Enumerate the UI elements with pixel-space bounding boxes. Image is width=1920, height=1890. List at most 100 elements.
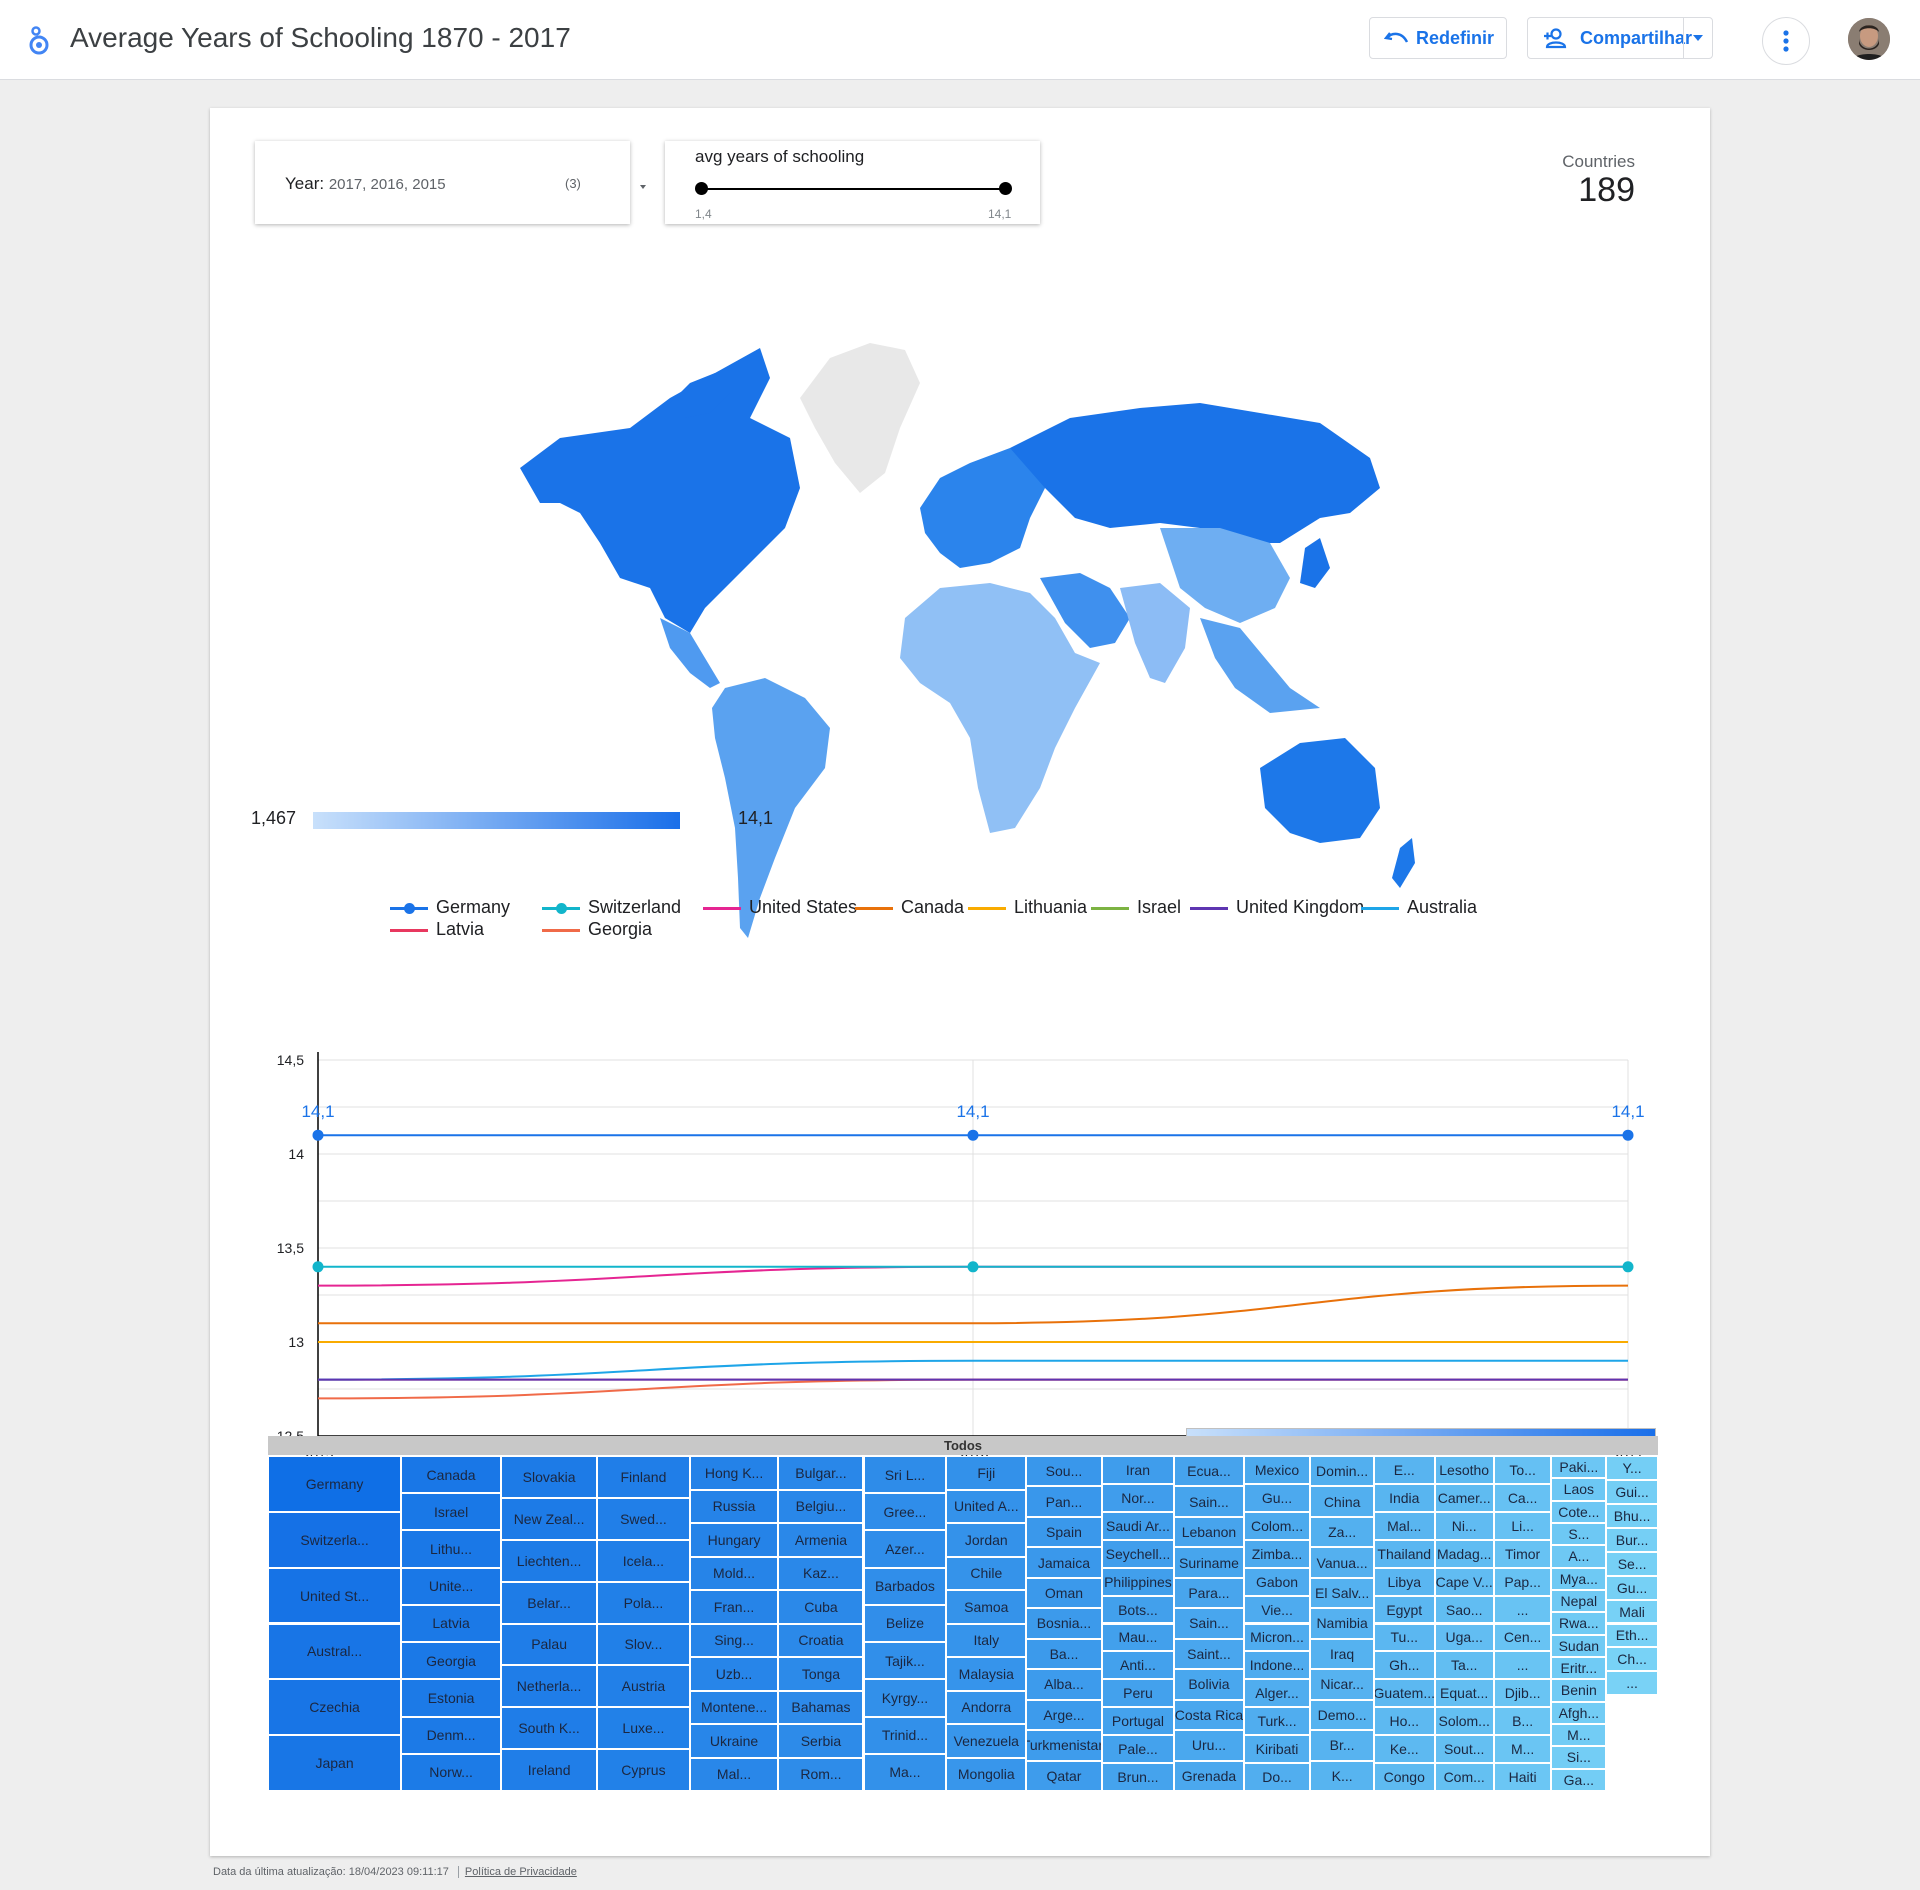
treemap-cell[interactable]: Br...: [1310, 1730, 1374, 1761]
treemap-cell[interactable]: India: [1373, 1483, 1435, 1512]
treemap-cell[interactable]: Azer...: [863, 1530, 947, 1568]
treemap-cell[interactable]: Sout...: [1434, 1735, 1494, 1764]
treemap-cell[interactable]: Andorra: [946, 1690, 1027, 1724]
treemap-cell[interactable]: Germany: [268, 1456, 402, 1512]
treemap-cell[interactable]: Micron...: [1243, 1623, 1311, 1652]
treemap-cell[interactable]: Laos: [1551, 1478, 1607, 1501]
treemap-cell[interactable]: Jordan: [946, 1523, 1027, 1557]
treemap-cell[interactable]: Slov...: [597, 1623, 690, 1666]
treemap-cell[interactable]: Colom...: [1243, 1511, 1311, 1540]
treemap-cell[interactable]: Ma...: [863, 1753, 947, 1791]
treemap-cell[interactable]: Timor: [1493, 1539, 1552, 1568]
treemap-cell[interactable]: K...: [1310, 1760, 1374, 1791]
treemap-cell[interactable]: Gu...: [1243, 1483, 1311, 1512]
treemap-cell[interactable]: Palau: [501, 1623, 598, 1666]
treemap-cell[interactable]: Fiji: [946, 1456, 1027, 1490]
treemap-cell[interactable]: Serbia: [778, 1724, 864, 1758]
treemap-cell[interactable]: Mal...: [689, 1757, 779, 1791]
treemap-cell[interactable]: Belgiu...: [778, 1489, 864, 1523]
treemap-cell[interactable]: Mya...: [1551, 1567, 1607, 1590]
treemap-cell[interactable]: Nor...: [1101, 1483, 1175, 1512]
treemap-cell[interactable]: Luxe...: [597, 1707, 690, 1750]
treemap-cell[interactable]: Hungary: [689, 1523, 779, 1557]
data-point[interactable]: [967, 1129, 979, 1141]
treemap-cell[interactable]: Italy: [946, 1623, 1027, 1657]
treemap-cell[interactable]: Ga...: [1551, 1768, 1607, 1791]
treemap-cell[interactable]: Bahamas: [778, 1690, 864, 1724]
data-point[interactable]: [312, 1261, 324, 1273]
treemap-cell[interactable]: United St...: [268, 1567, 402, 1624]
treemap-cell[interactable]: Malaysia: [946, 1657, 1027, 1691]
treemap-cell[interactable]: Sain...: [1174, 1608, 1244, 1639]
treemap-cell[interactable]: Kiribati: [1243, 1735, 1311, 1764]
treemap-cell[interactable]: Turk...: [1243, 1707, 1311, 1736]
treemap-cell[interactable]: Egypt: [1373, 1595, 1435, 1624]
treemap-cell[interactable]: Cyprus: [597, 1749, 690, 1791]
treemap-cell[interactable]: Austria: [597, 1665, 690, 1708]
treemap-cell[interactable]: Canada: [401, 1456, 501, 1494]
treemap-cell[interactable]: Ke...: [1373, 1735, 1435, 1764]
treemap-cell[interactable]: Denm...: [401, 1716, 501, 1754]
treemap-cell[interactable]: Vie...: [1243, 1595, 1311, 1624]
legend-item[interactable]: Switzerland: [542, 897, 681, 918]
treemap-cell[interactable]: Czechia: [268, 1679, 402, 1736]
treemap-cell[interactable]: Chile: [946, 1556, 1027, 1590]
treemap-cell[interactable]: Ni...: [1434, 1511, 1494, 1540]
treemap-cell[interactable]: Afgh...: [1551, 1701, 1607, 1724]
treemap-cell[interactable]: Do...: [1243, 1763, 1311, 1791]
treemap-cell[interactable]: Pan...: [1026, 1486, 1102, 1517]
treemap-cell[interactable]: Para...: [1174, 1577, 1244, 1609]
treemap-cell[interactable]: Za...: [1310, 1516, 1374, 1548]
treemap-cell[interactable]: Kyrgy...: [863, 1679, 947, 1717]
treemap-cell[interactable]: El Salv...: [1310, 1577, 1374, 1609]
treemap-cell[interactable]: Armenia: [778, 1523, 864, 1557]
treemap-cell[interactable]: China: [1310, 1486, 1374, 1517]
treemap-cell[interactable]: Sain...: [1174, 1486, 1244, 1517]
dropdown-arrow-icon[interactable]: [640, 185, 646, 189]
treemap-cell[interactable]: Peru: [1101, 1679, 1175, 1708]
treemap-cell[interactable]: Sao...: [1434, 1595, 1494, 1624]
treemap-cell[interactable]: Ho...: [1373, 1707, 1435, 1736]
treemap-cell[interactable]: Netherla...: [501, 1665, 598, 1708]
treemap-cell[interactable]: Zimba...: [1243, 1539, 1311, 1568]
treemap-cell[interactable]: Haiti: [1493, 1763, 1552, 1791]
treemap-cell[interactable]: Norw...: [401, 1753, 501, 1791]
data-point[interactable]: [312, 1129, 324, 1141]
treemap-cell[interactable]: Mal...: [1373, 1511, 1435, 1540]
treemap-cell[interactable]: Congo: [1373, 1763, 1435, 1791]
treemap-cell[interactable]: Camer...: [1434, 1483, 1494, 1512]
treemap-cell[interactable]: Ca...: [1493, 1483, 1552, 1512]
treemap-cell[interactable]: Bolivia: [1174, 1669, 1244, 1700]
treemap-cell[interactable]: M...: [1493, 1735, 1552, 1764]
treemap-cell[interactable]: Latvia: [401, 1604, 501, 1643]
treemap-cell[interactable]: Croatia: [778, 1623, 864, 1657]
legend-item[interactable]: Israel: [1091, 897, 1181, 918]
treemap-cell[interactable]: Ireland: [501, 1749, 598, 1791]
treemap-cell[interactable]: Swed...: [597, 1497, 690, 1540]
treemap-cell[interactable]: Gu...: [1606, 1575, 1658, 1600]
treemap-cell[interactable]: Belar...: [501, 1581, 598, 1624]
treemap-cell[interactable]: Cen...: [1493, 1623, 1552, 1652]
treemap-cell[interactable]: United A...: [946, 1489, 1027, 1523]
treemap-cell[interactable]: Pap...: [1493, 1567, 1552, 1596]
treemap-cell[interactable]: Nicar...: [1310, 1669, 1374, 1700]
treemap-cell[interactable]: Barbados: [863, 1567, 947, 1605]
chevron-down-icon[interactable]: [1693, 35, 1703, 41]
legend-item[interactable]: United States: [703, 897, 857, 918]
treemap-cell[interactable]: Solom...: [1434, 1707, 1494, 1736]
treemap-cell[interactable]: Ecua...: [1174, 1456, 1244, 1487]
treemap-cell[interactable]: Anti...: [1101, 1651, 1175, 1680]
treemap-cell[interactable]: Uga...: [1434, 1623, 1494, 1652]
more-options-button[interactable]: [1762, 17, 1810, 65]
treemap-cell[interactable]: Tajik...: [863, 1642, 947, 1680]
treemap-cell[interactable]: Eth...: [1606, 1623, 1658, 1648]
treemap-cell[interactable]: Bosnia...: [1026, 1608, 1102, 1639]
treemap-cell[interactable]: Ba...: [1026, 1638, 1102, 1670]
treemap-cell[interactable]: Lebanon: [1174, 1516, 1244, 1548]
treemap-cell[interactable]: Israel: [401, 1493, 501, 1531]
treemap-cell[interactable]: Bulgar...: [778, 1456, 864, 1490]
treemap-cell[interactable]: Gabon: [1243, 1567, 1311, 1596]
treemap-cell[interactable]: Arge...: [1026, 1699, 1102, 1731]
treemap-cell[interactable]: Lithu...: [401, 1530, 501, 1568]
treemap-cell[interactable]: Nepal: [1551, 1590, 1607, 1613]
